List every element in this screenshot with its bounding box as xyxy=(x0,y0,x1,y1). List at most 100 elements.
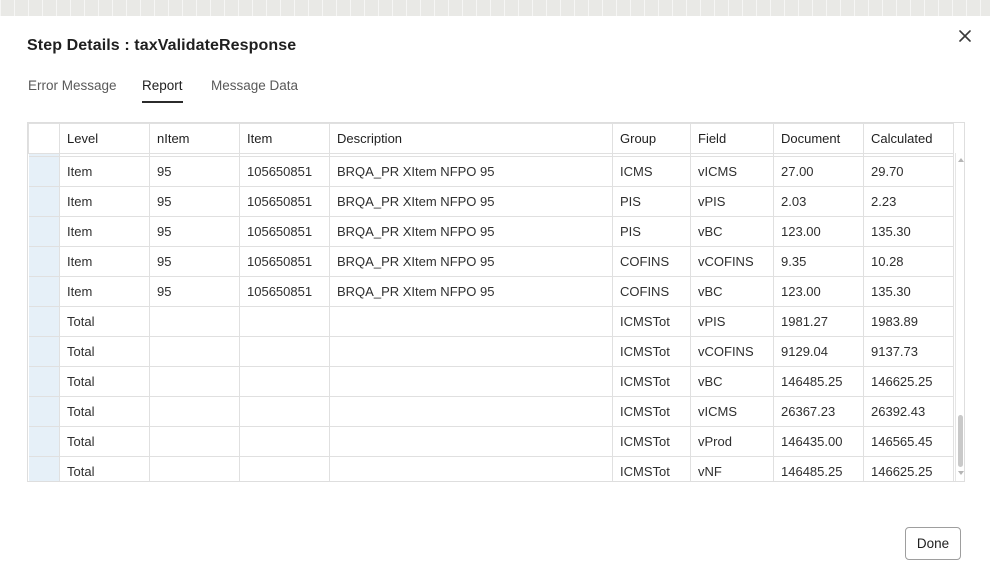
tab-message-data[interactable]: Message Data xyxy=(211,78,298,101)
column-header-item[interactable]: Item xyxy=(239,123,330,154)
cell-level: Item xyxy=(59,246,150,277)
cell-field: vBC xyxy=(690,366,774,397)
scrollbar-thumb[interactable] xyxy=(958,415,963,467)
row-selector[interactable] xyxy=(28,156,60,187)
vertical-scrollbar[interactable] xyxy=(955,153,964,481)
table-row[interactable]: Total ICMSTot vNF 146485.25 146625.25 xyxy=(28,456,954,481)
cell-calculated: 135.30 xyxy=(863,216,954,247)
cell-level: Item xyxy=(59,276,150,307)
close-button[interactable] xyxy=(954,25,976,47)
cell-document: 146485.25 xyxy=(773,366,864,397)
column-header-calculated[interactable]: Calculated xyxy=(863,123,954,154)
cell-document: 26367.23 xyxy=(773,396,864,427)
cell-document: 123.00 xyxy=(773,216,864,247)
cell-field: vPIS xyxy=(690,186,774,217)
cell-group: ICMSTot xyxy=(612,426,691,457)
cell-description xyxy=(329,456,613,481)
cell-nitem: 95 xyxy=(149,246,240,277)
column-header-level[interactable]: Level xyxy=(59,123,150,154)
close-icon xyxy=(959,30,971,42)
cell-nitem: 95 xyxy=(149,186,240,217)
column-header-field[interactable]: Field xyxy=(690,123,774,154)
step-details-dialog: Step Details : taxValidateResponse Error… xyxy=(0,16,990,588)
cell-group: ICMSTot xyxy=(612,306,691,337)
cell-item: 105650851 xyxy=(239,276,330,307)
row-selector[interactable] xyxy=(28,336,60,367)
cell-nitem xyxy=(149,366,240,397)
cell-calculated: 26392.43 xyxy=(863,396,954,427)
report-table[interactable]: Level nItem Item Description Group Field… xyxy=(27,122,965,482)
tab-label: Message Data xyxy=(211,78,299,93)
done-button[interactable]: Done xyxy=(905,527,961,560)
cell-nitem: 95 xyxy=(149,216,240,247)
cell-field: vNF xyxy=(690,456,774,481)
cell-field: vBC xyxy=(690,276,774,307)
cell-item xyxy=(239,366,330,397)
cell-field: vCOFINS xyxy=(690,246,774,277)
scroll-up-icon[interactable] xyxy=(958,158,964,162)
cell-description: BRQA_PR XItem NFPO 95 xyxy=(329,216,613,247)
scroll-down-icon[interactable] xyxy=(958,471,964,475)
table-row[interactable]: Total ICMSTot vProd 146435.00 146565.45 xyxy=(28,426,954,457)
row-selector[interactable] xyxy=(28,426,60,457)
cell-group: COFINS xyxy=(612,246,691,277)
cell-calculated: 1983.89 xyxy=(863,306,954,337)
table-row[interactable]: Item 95 105650851 BRQA_PR XItem NFPO 95 PIS v… xyxy=(28,186,954,217)
cell-description xyxy=(329,396,613,427)
cell-field: vPIS xyxy=(690,306,774,337)
cell-field: vICMS xyxy=(690,156,774,187)
row-selector[interactable] xyxy=(28,396,60,427)
cell-description xyxy=(329,306,613,337)
table-row[interactable]: Total ICMSTot vICMS 26367.23 26392.43 xyxy=(28,396,954,427)
cell-group: ICMSTot xyxy=(612,396,691,427)
cell-level: Total xyxy=(59,366,150,397)
cell-group: COFINS xyxy=(612,276,691,307)
cell-document: 146435.00 xyxy=(773,426,864,457)
cell-group: PIS xyxy=(612,216,691,247)
cell-item xyxy=(239,306,330,337)
cell-field: vCOFINS xyxy=(690,336,774,367)
column-header-description[interactable]: Description xyxy=(329,123,613,154)
cell-level: Item xyxy=(59,156,150,187)
cell-document: 1981.27 xyxy=(773,306,864,337)
row-selector[interactable] xyxy=(28,276,60,307)
cell-document: 2.03 xyxy=(773,186,864,217)
row-selector[interactable] xyxy=(28,456,60,481)
tab-label: Error Message xyxy=(28,78,117,93)
row-selector[interactable] xyxy=(28,306,60,337)
cell-description: BRQA_PR XItem NFPO 95 xyxy=(329,246,613,277)
cell-calculated: 29.70 xyxy=(863,156,954,187)
row-selector[interactable] xyxy=(28,366,60,397)
cell-group: ICMSTot xyxy=(612,336,691,367)
cell-calculated: 9137.73 xyxy=(863,336,954,367)
table-row[interactable]: Item 95 105650851 BRQA_PR XItem NFPO 95 COFI… xyxy=(28,276,954,307)
table-row[interactable]: Total ICMSTot vCOFINS 9129.04 9137.73 xyxy=(28,336,954,367)
cell-document: 9129.04 xyxy=(773,336,864,367)
background-strip xyxy=(0,0,990,17)
table-row[interactable]: Total ICMSTot vBC 146485.25 146625.25 xyxy=(28,366,954,397)
tab-report[interactable]: Report xyxy=(142,78,183,103)
table-row[interactable]: Item 95 105650851 BRQA_PR XItem NFPO 95 ICMS… xyxy=(28,156,954,187)
column-header-document[interactable]: Document xyxy=(773,123,864,154)
cell-field: vICMS xyxy=(690,396,774,427)
table-row[interactable]: Total ICMSTot vPIS 1981.27 1983.89 xyxy=(28,306,954,337)
row-selector[interactable] xyxy=(28,186,60,217)
row-selector[interactable] xyxy=(28,216,60,247)
table-row[interactable]: Item 95 105650851 BRQA_PR XItem NFPO 95 PIS v… xyxy=(28,216,954,247)
cell-calculated: 146625.25 xyxy=(863,456,954,481)
cell-level: Item xyxy=(59,216,150,247)
table-row[interactable]: Item 95 105650851 BRQA_PR XItem NFPO 95 COFI… xyxy=(28,246,954,277)
cell-item: 105650851 xyxy=(239,216,330,247)
cell-description xyxy=(329,366,613,397)
cell-group: PIS xyxy=(612,186,691,217)
cell-nitem xyxy=(149,456,240,481)
column-header-nitem[interactable]: nItem xyxy=(149,123,240,154)
cell-level: Item xyxy=(59,186,150,217)
cell-description xyxy=(329,336,613,367)
cell-level: Total xyxy=(59,456,150,481)
row-selector[interactable] xyxy=(28,246,60,277)
cell-description: BRQA_PR XItem NFPO 95 xyxy=(329,186,613,217)
cell-nitem xyxy=(149,336,240,367)
tab-error-message[interactable]: Error Message xyxy=(28,78,117,101)
column-header-group[interactable]: Group xyxy=(612,123,691,154)
